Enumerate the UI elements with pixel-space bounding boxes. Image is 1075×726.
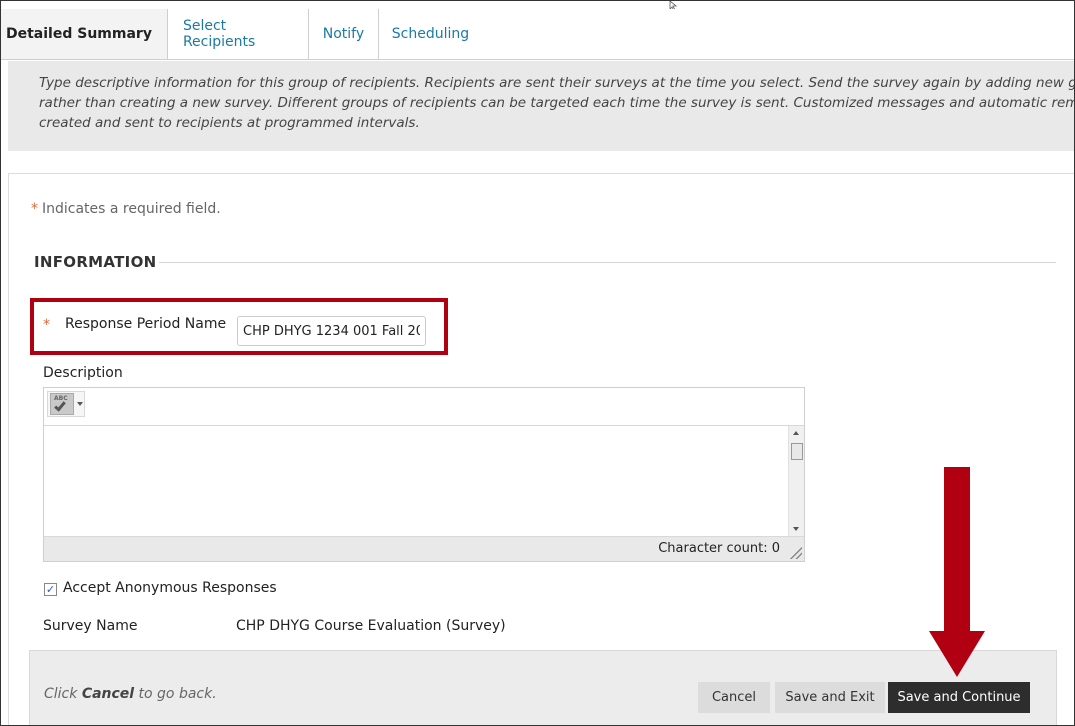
tab-detailed-summary[interactable]: Detailed Summary: [1, 9, 168, 59]
editor-scrollbar[interactable]: [788, 426, 804, 536]
down-arrow-icon: [929, 467, 985, 677]
go-back-hint: Click Cancel to go back.: [44, 686, 217, 702]
scroll-up-icon[interactable]: [793, 431, 799, 435]
instructions-line-1: Type descriptive information for this gr…: [39, 75, 1074, 91]
required-star: *: [43, 317, 50, 333]
scroll-down-icon[interactable]: [793, 527, 799, 531]
chevron-down-icon: [77, 402, 83, 406]
go-back-suffix: to go back.: [134, 686, 217, 702]
response-period-input[interactable]: [237, 316, 426, 346]
tab-notify[interactable]: Notify: [308, 9, 379, 59]
spellcheck-icon: ABC: [50, 393, 74, 415]
section-divider: [159, 262, 1056, 263]
required-star: *: [31, 201, 38, 217]
save-and-exit-button[interactable]: Save and Exit: [775, 682, 885, 713]
cancel-button[interactable]: Cancel: [698, 682, 770, 713]
tab-select-recipients[interactable]: Select Recipients: [167, 9, 309, 59]
instructions-box: Type descriptive information for this gr…: [8, 61, 1074, 151]
scroll-thumb[interactable]: [791, 443, 803, 460]
description-label: Description: [43, 365, 123, 381]
section-title: INFORMATION: [34, 253, 157, 271]
survey-name-label: Survey Name: [43, 618, 138, 634]
required-field-note: * Indicates a required field.: [31, 201, 221, 217]
anonymous-responses-checkbox[interactable]: ✓: [44, 583, 57, 596]
go-back-cancel-word: Cancel: [81, 686, 135, 702]
form-panel: * Indicates a required field. INFORMATION…: [8, 173, 1074, 725]
character-count: Character count: 0: [658, 541, 780, 556]
tab-bar-filler: [481, 9, 1074, 59]
spellcheck-button[interactable]: ABC: [47, 391, 85, 417]
tab-bar: Detailed Summary Select Recipients Notif…: [1, 9, 1074, 60]
description-textarea[interactable]: [44, 426, 804, 536]
response-period-label: Response Period Name: [65, 316, 227, 332]
editor-toolbar: ABC: [44, 388, 804, 426]
description-editor: ABC Character count: 0: [43, 387, 805, 562]
action-bar: Click Cancel to go back. Cancel Save and…: [29, 650, 1057, 725]
required-note-text: Indicates a required field.: [42, 201, 221, 217]
instructions-line-2: rather than creating a new survey. Diffe…: [39, 95, 1075, 111]
editor-status-bar: Character count: 0: [44, 536, 804, 561]
tab-scheduling[interactable]: Scheduling: [378, 9, 482, 59]
instructions-line-3: created and sent to recipients at progra…: [39, 115, 420, 131]
page-frame: Detailed Summary Select Recipients Notif…: [0, 0, 1075, 726]
anonymous-responses-label: Accept Anonymous Responses: [63, 580, 277, 596]
resize-handle-icon[interactable]: [790, 547, 802, 559]
go-back-prefix: Click: [44, 686, 82, 702]
survey-name-value: CHP DHYG Course Evaluation (Survey): [236, 618, 506, 634]
save-and-continue-button[interactable]: Save and Continue: [888, 682, 1030, 713]
